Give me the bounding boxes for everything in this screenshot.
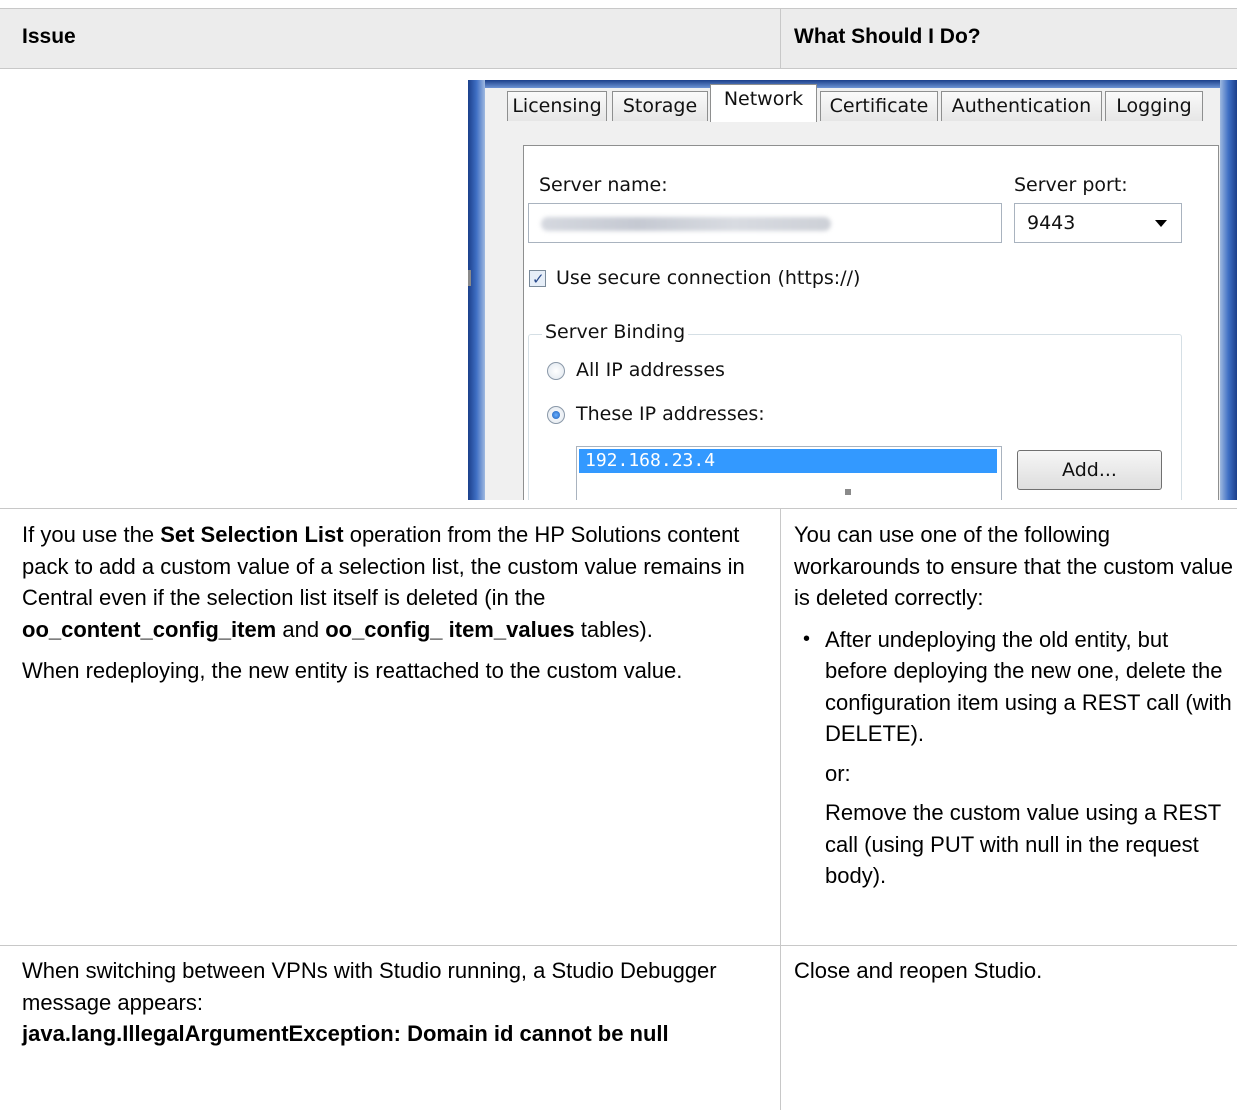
row2-issue-paragraph-2: When redeploying, the new entity is reat…: [22, 658, 683, 683]
row2-issue-cell: If you use the Set Selection List operat…: [22, 519, 772, 687]
tab-storage[interactable]: Storage: [612, 91, 708, 121]
server-port-select[interactable]: 9443: [1014, 203, 1182, 243]
row2-action-intro: You can use one of the following workaro…: [794, 522, 1234, 610]
chevron-down-icon: [1155, 220, 1167, 227]
secure-connection-label: Use secure connection (https://): [556, 267, 861, 289]
server-name-label: Server name:: [539, 174, 668, 196]
server-port-label: Server port:: [1014, 174, 1128, 196]
row2-action-cell: You can use one of the following workaro…: [794, 519, 1234, 892]
secure-connection-checkbox[interactable]: ✓: [529, 270, 546, 288]
radio-all-ip-label: All IP addresses: [576, 359, 725, 381]
list-item: After undeploying the old entity, but be…: [794, 624, 1234, 750]
ip-list-item-selected[interactable]: 192.168.23.4: [579, 449, 997, 473]
row3-error-message: java.lang.IllegalArgumentException: Doma…: [22, 1021, 669, 1046]
server-binding-title: Server Binding: [542, 321, 689, 343]
tab-licensing[interactable]: Licensing: [507, 91, 607, 121]
tab-certificate[interactable]: Certificate: [820, 91, 938, 121]
radio-all-ip[interactable]: [547, 362, 565, 380]
row2-issue-paragraph-1: If you use the Set Selection List operat…: [22, 522, 745, 642]
server-port-value: 9443: [1027, 212, 1076, 234]
column-header-issue: Issue: [22, 25, 76, 48]
row3-action-cell: Close and reopen Studio.: [794, 958, 1043, 983]
tab-network[interactable]: Network: [710, 84, 817, 122]
tab-authentication[interactable]: Authentication: [941, 91, 1102, 121]
table-header: [0, 8, 1237, 68]
issues-table: Issue What Should I Do? Licensing Storag…: [0, 0, 1237, 1110]
tab-logging[interactable]: Logging: [1105, 91, 1203, 121]
add-ip-button[interactable]: Add...: [1017, 450, 1162, 490]
resize-grip-icon: [845, 489, 851, 495]
row3-issue-cell: When switching between VPNs with Studio …: [22, 955, 772, 1050]
operation-name: Set Selection List: [160, 522, 344, 547]
table-name-2: oo_config_ item_values: [325, 616, 575, 642]
ip-address-list[interactable]: 192.168.23.4: [576, 446, 1002, 500]
row2-action-alt: Remove the custom value using a REST cal…: [825, 800, 1221, 888]
checkmark-icon: ✓: [532, 270, 545, 288]
column-header-action: What Should I Do?: [794, 25, 981, 48]
redacted-server-name: [541, 217, 831, 231]
workaround-list: After undeploying the old entity, but be…: [794, 624, 1234, 750]
table-name-1: oo_content_config_item: [22, 616, 277, 642]
radio-these-ip[interactable]: [547, 406, 565, 424]
row3-issue-text: When switching between VPNs with Studio …: [22, 958, 717, 1015]
radio-these-ip-label: These IP addresses:: [576, 403, 765, 425]
server-name-input[interactable]: [528, 203, 1002, 243]
network-settings-screenshot: Licensing Storage Network Certificate Au…: [468, 80, 1237, 500]
row2-action-or: or:: [825, 760, 851, 786]
